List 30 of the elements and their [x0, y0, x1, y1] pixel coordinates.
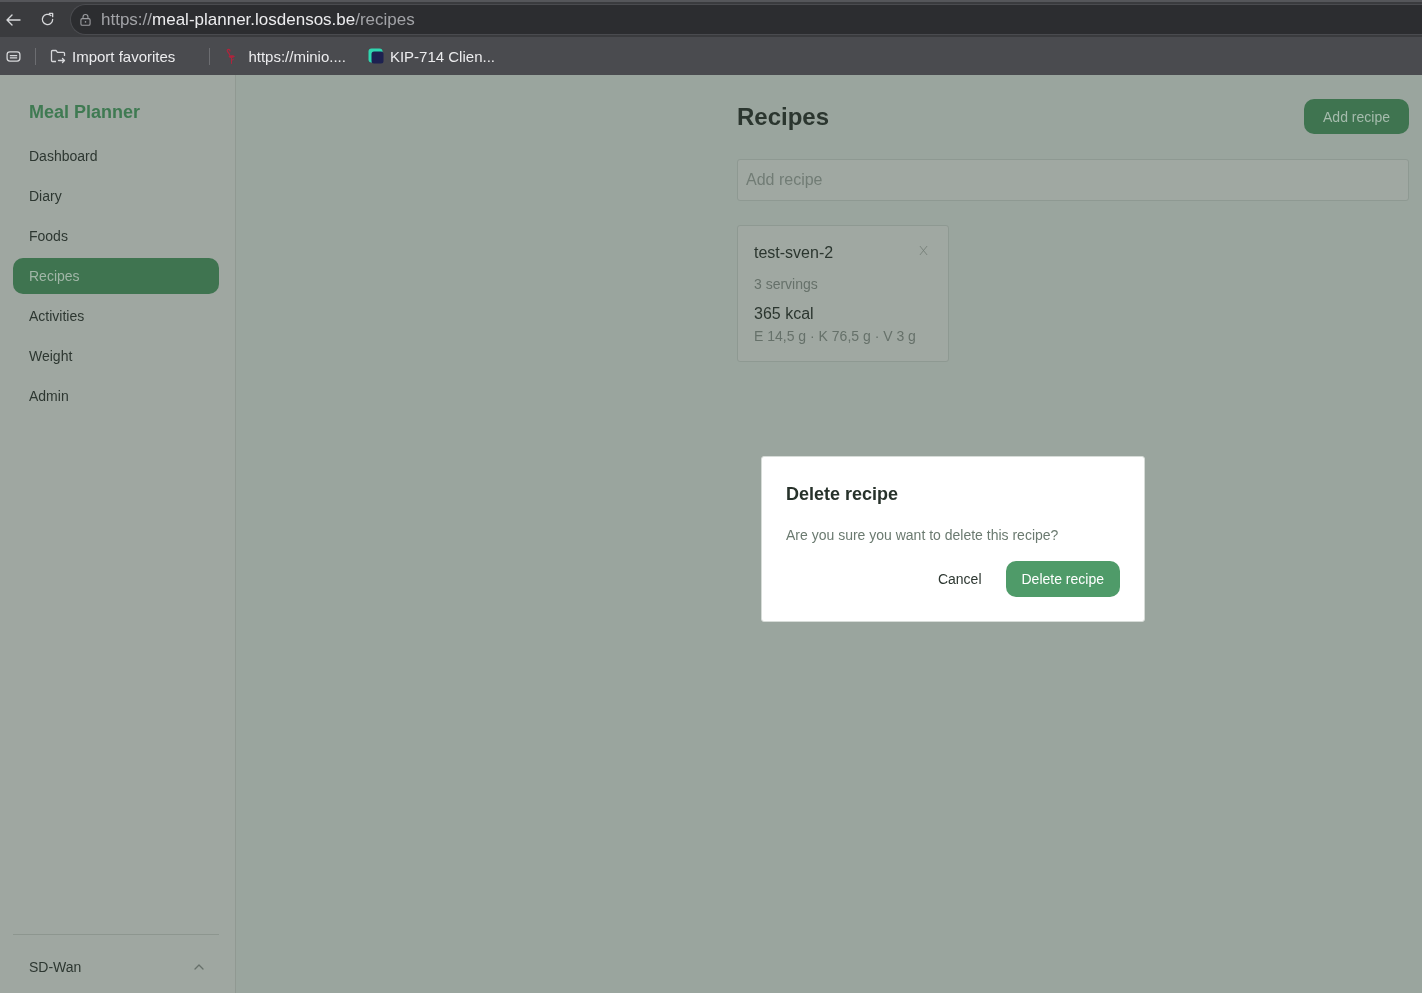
page-title: Recipes: [737, 102, 830, 131]
recipe-name: test-sven-2: [754, 244, 834, 262]
reload-icon[interactable]: [40, 12, 55, 27]
servings-text: 3 servings: [754, 275, 819, 294]
app-title: Meal Planner: [28, 101, 142, 124]
folder-import-icon: [50, 48, 66, 64]
confirm-button[interactable]: Delete recipe: [1005, 561, 1120, 597]
address-bar[interactable]: https://meal-planner.losdensos.be/recipes: [70, 4, 1422, 35]
dialog-title: Delete recipe: [786, 483, 900, 506]
bookmark[interactable]: https://minio....: [222, 47, 348, 65]
recipe-card[interactable]: test-sven-2 3 servings 365 kcal E 14,5 g · K 76,5 g · V 3 g: [737, 225, 949, 362]
flamingo-icon: [226, 48, 237, 64]
url-text: https://meal-planner.losdensos.be/recipes: [101, 9, 415, 30]
nav-item[interactable]: Foods: [13, 218, 219, 254]
nav-item[interactable]: Dashboard: [13, 138, 219, 174]
macros-text: E 14,5 g · K 76,5 g · V 3 g: [754, 327, 917, 345]
dialog-message: Are you sure you want to delete this recipe?: [786, 526, 1060, 545]
app-square-icon: [367, 48, 384, 64]
workspace-name: SD-Wan: [29, 958, 82, 977]
bookmark[interactable]: KIP-714 Clien...: [365, 47, 497, 65]
kcal-text: 365 kcal: [754, 304, 815, 324]
bookmark[interactable]: Import favorites: [48, 47, 178, 65]
add-recipe-button[interactable]: Add recipe: [1304, 99, 1409, 134]
nav-item[interactable]: Diary: [13, 178, 219, 214]
cancel-button[interactable]: Cancel: [925, 561, 994, 597]
nav-item[interactable]: Activities: [13, 298, 219, 334]
lock-icon: [80, 13, 91, 26]
nav-item[interactable]: Admin: [13, 378, 219, 414]
tab-icon[interactable]: [6, 50, 21, 62]
nav-item[interactable]: Weight: [13, 338, 219, 374]
